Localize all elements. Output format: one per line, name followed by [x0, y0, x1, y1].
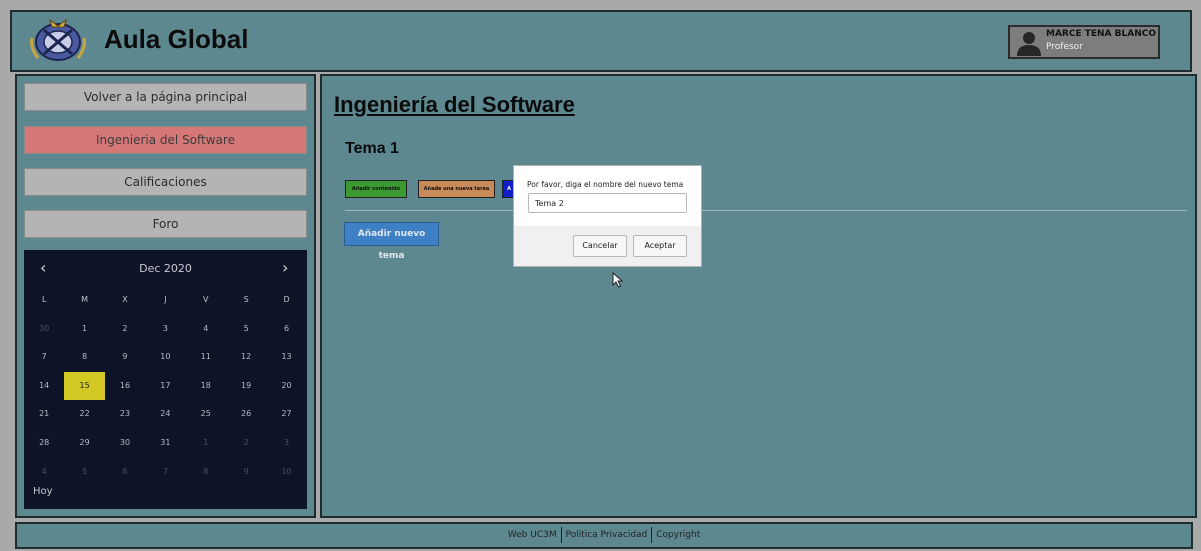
calendar-day[interactable]: 8	[186, 458, 226, 487]
footer-link-copyright[interactable]: Copyright	[656, 530, 700, 540]
footer-separator	[560, 526, 562, 543]
calendar-day[interactable]: 12	[226, 343, 266, 372]
calendar-day[interactable]: 2	[226, 429, 266, 458]
calendar-day[interactable]: 28	[24, 429, 64, 458]
calendar-day[interactable]: 30	[24, 315, 64, 344]
chevron-right-icon[interactable]: ›	[282, 258, 288, 277]
weekday-header: V	[203, 295, 209, 304]
weekday-header: J	[164, 295, 167, 304]
calendar-day[interactable]: 16	[105, 372, 145, 401]
calendar-day[interactable]: 19	[226, 372, 266, 401]
calendar-widget: ‹ Dec 2020 › L M X J V S D 30 1 2 3 4 5 …	[24, 250, 307, 509]
calendar-day[interactable]: 5	[226, 315, 266, 344]
calendar-grid: L M X J V S D 30 1 2 3 4 5 6 7 8 9 10 11…	[24, 286, 307, 486]
calendar-day[interactable]: 8	[64, 343, 104, 372]
calendar-day[interactable]: 13	[266, 343, 306, 372]
calendar-day[interactable]: 5	[64, 458, 104, 487]
user-profile[interactable]: MARCE TENA BLANCO Profesor	[1008, 25, 1160, 59]
add-content-button[interactable]: Añadir contenido	[345, 180, 407, 198]
calendar-day[interactable]: 6	[266, 315, 306, 344]
calendar-day[interactable]: 7	[145, 458, 185, 487]
main-content: Ingeniería del Software Tema 1 Añadir co…	[320, 74, 1197, 518]
calendar-day[interactable]: 22	[64, 400, 104, 429]
divider	[345, 210, 1187, 211]
sidebar: Volver a la página principal Ingenieria …	[15, 74, 316, 518]
calendar-day-today[interactable]: 15	[64, 371, 105, 401]
footer-link-privacy[interactable]: Politica Privacidad	[566, 530, 648, 540]
topic-title: Tema 1	[345, 140, 399, 157]
accept-button[interactable]: Aceptar	[633, 235, 687, 257]
footer-separator	[651, 526, 653, 543]
sidebar-item-course[interactable]: Ingenieria del Software	[24, 126, 307, 154]
calendar-day[interactable]: 9	[226, 458, 266, 487]
header: Aula Global MARCE TENA BLANCO Profesor	[10, 10, 1192, 72]
calendar-day[interactable]: 4	[186, 315, 226, 344]
calendar-day[interactable]: 27	[266, 400, 306, 429]
calendar-day[interactable]: 10	[145, 343, 185, 372]
weekday-header: D	[283, 295, 290, 304]
weekday-header: L	[41, 295, 47, 304]
calendar-day[interactable]: 29	[64, 429, 104, 458]
footer-link-uc3m[interactable]: Web UC3M	[508, 530, 557, 540]
calendar-day[interactable]: 1	[186, 429, 226, 458]
calendar-day[interactable]: 21	[24, 400, 64, 429]
user-avatar-icon	[1017, 32, 1041, 56]
calendar-day[interactable]: 10	[266, 458, 306, 487]
app-title: Aula Global	[104, 24, 249, 54]
calendar-day[interactable]: 25	[186, 400, 226, 429]
calendar-day[interactable]: 31	[145, 429, 185, 458]
dialog-footer: Cancelar Aceptar	[514, 226, 701, 266]
calendar-day[interactable]: 6	[105, 458, 145, 487]
sidebar-item-grades[interactable]: Calificaciones	[24, 168, 307, 196]
calendar-day[interactable]: 7	[24, 343, 64, 372]
calendar-day[interactable]: 14	[24, 372, 64, 401]
calendar-today-button[interactable]: Hoy	[33, 486, 53, 497]
calendar-month-label: Dec 2020	[139, 262, 192, 275]
calendar-day[interactable]: 4	[24, 458, 64, 487]
calendar-day[interactable]: 24	[145, 400, 185, 429]
sidebar-item-home[interactable]: Volver a la página principal	[24, 83, 307, 111]
calendar-day[interactable]: 9	[105, 343, 145, 372]
dialog-message: Por favor, diga el nombre del nuevo tema	[527, 180, 684, 189]
cancel-button[interactable]: Cancelar	[573, 235, 627, 257]
calendar-day[interactable]: 3	[266, 429, 306, 458]
weekday-header: X	[122, 295, 128, 304]
weekday-header: M	[81, 295, 89, 304]
sidebar-item-forum[interactable]: Foro	[24, 210, 307, 238]
calendar-day[interactable]: 30	[105, 429, 145, 458]
calendar-day[interactable]: 18	[186, 372, 226, 401]
user-name: MARCE TENA BLANCO	[1046, 29, 1157, 39]
calendar-day[interactable]: 1	[64, 315, 104, 344]
calendar-day[interactable]: 20	[266, 372, 306, 401]
calendar-day[interactable]: 3	[145, 315, 185, 344]
calendar-day[interactable]: 26	[226, 400, 266, 429]
calendar-day[interactable]: 11	[186, 343, 226, 372]
page-title: Ingeniería del Software	[334, 92, 575, 117]
mouse-cursor-icon	[612, 272, 624, 288]
calendar-day[interactable]: 2	[105, 315, 145, 344]
add-task-button[interactable]: Añade una nueva tarea	[418, 180, 495, 198]
calendar-day[interactable]: 17	[145, 372, 185, 401]
university-logo	[30, 18, 86, 61]
user-role: Profesor	[1046, 42, 1083, 52]
prompt-dialog: Por favor, diga el nombre del nuevo tema…	[513, 165, 702, 267]
calendar-day[interactable]: 23	[105, 400, 145, 429]
topic-name-input[interactable]	[528, 193, 687, 213]
add-new-topic-button[interactable]: Añadir nuevo tema	[344, 222, 439, 261]
footer: Web UC3M Politica Privacidad Copyright	[15, 522, 1193, 549]
weekday-header: S	[243, 295, 249, 304]
